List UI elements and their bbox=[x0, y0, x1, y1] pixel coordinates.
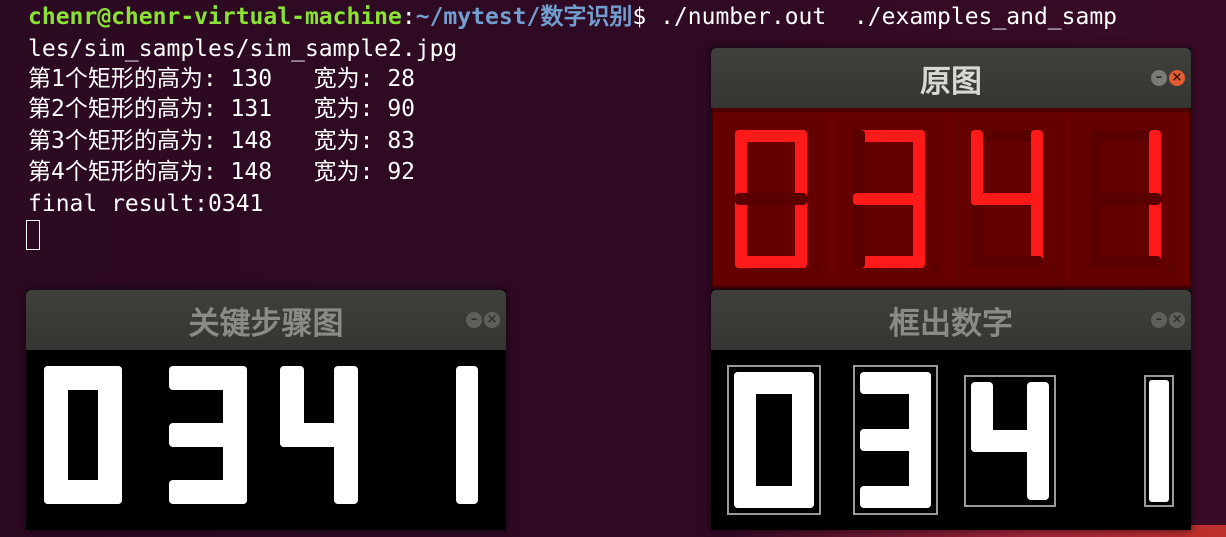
original-image bbox=[711, 108, 1191, 289]
prompt-path: ~/mytest/数字识别 bbox=[415, 4, 633, 30]
output-line: 第3个矩形的高为: 148 宽为: 83 bbox=[28, 128, 416, 154]
boxed-digit-1-segment-d bbox=[860, 486, 931, 508]
led-decimal-point bbox=[931, 264, 939, 272]
led-digit-1-segment-g bbox=[853, 193, 925, 205]
window-title: 关键步骤图 bbox=[188, 305, 344, 342]
prompt-separator: : bbox=[401, 4, 416, 30]
close-icon[interactable]: × bbox=[484, 312, 500, 328]
window-titlebar[interactable]: 关键步骤图 – × bbox=[26, 290, 506, 350]
output-line: final result:0341 bbox=[28, 191, 264, 217]
prompt-symbol: $ bbox=[632, 4, 647, 30]
led-digit-2-segment-g bbox=[971, 193, 1043, 205]
output-line: 第4个矩形的高为: 148 宽为: 92 bbox=[28, 159, 416, 185]
boxed-digit-2-segment-g bbox=[971, 430, 1049, 452]
binary-digit-1-segment-d bbox=[169, 480, 247, 504]
binary-digit-1-segment-g bbox=[169, 423, 247, 447]
binary-image bbox=[26, 350, 506, 530]
boxed-digit-0-segment-f bbox=[734, 372, 756, 451]
led-display bbox=[711, 108, 1191, 289]
led-digit-3-segment-g bbox=[1089, 193, 1161, 205]
boxed-image bbox=[711, 350, 1191, 530]
terminal-cursor bbox=[26, 220, 40, 250]
key-steps-window[interactable]: 关键步骤图 – × bbox=[26, 290, 506, 530]
output-line: les/sim_samples/sim_sample2.jpg bbox=[28, 36, 458, 62]
binary-digits bbox=[26, 350, 506, 530]
prompt-line: chenr@chenr-virtual-machine:~/mytest/数字识… bbox=[28, 2, 1117, 32]
minimize-icon[interactable]: – bbox=[1151, 312, 1167, 328]
output-line: 第2个矩形的高为: 131 宽为: 90 bbox=[28, 96, 416, 122]
boxed-digits-window[interactable]: 框出数字 – × bbox=[711, 290, 1191, 530]
close-icon[interactable]: × bbox=[1169, 70, 1185, 86]
binary-digit-3-segment-c bbox=[456, 424, 478, 504]
led-digit-0-segment-g bbox=[735, 193, 807, 205]
binary-digit-0-segment-f bbox=[44, 366, 68, 447]
window-title: 原图 bbox=[920, 63, 982, 100]
minimize-icon[interactable]: – bbox=[1151, 70, 1167, 86]
window-titlebar[interactable]: 原图 – × bbox=[711, 48, 1191, 108]
boxed-digits bbox=[711, 350, 1191, 530]
boxed-digit-1-segment-g bbox=[860, 429, 931, 451]
prompt-user: chenr@chenr-virtual-machine bbox=[28, 4, 402, 30]
binary-digit-2-segment-g bbox=[280, 423, 358, 447]
boxed-digit-3-segment-bc bbox=[1149, 380, 1169, 502]
led-decimal-point bbox=[1049, 264, 1057, 272]
command-text: ./number.out ./examples_and_samp bbox=[646, 4, 1118, 30]
close-icon[interactable]: × bbox=[1169, 312, 1185, 328]
original-image-window[interactable]: 原图 – × bbox=[711, 48, 1191, 289]
minimize-icon[interactable]: – bbox=[466, 312, 482, 328]
window-title: 框出数字 bbox=[889, 305, 1013, 342]
led-decimal-point bbox=[813, 264, 821, 272]
window-titlebar[interactable]: 框出数字 – × bbox=[711, 290, 1191, 350]
led-decimal-point bbox=[1167, 264, 1175, 272]
output-line: 第1个矩形的高为: 130 宽为: 28 bbox=[28, 66, 416, 92]
